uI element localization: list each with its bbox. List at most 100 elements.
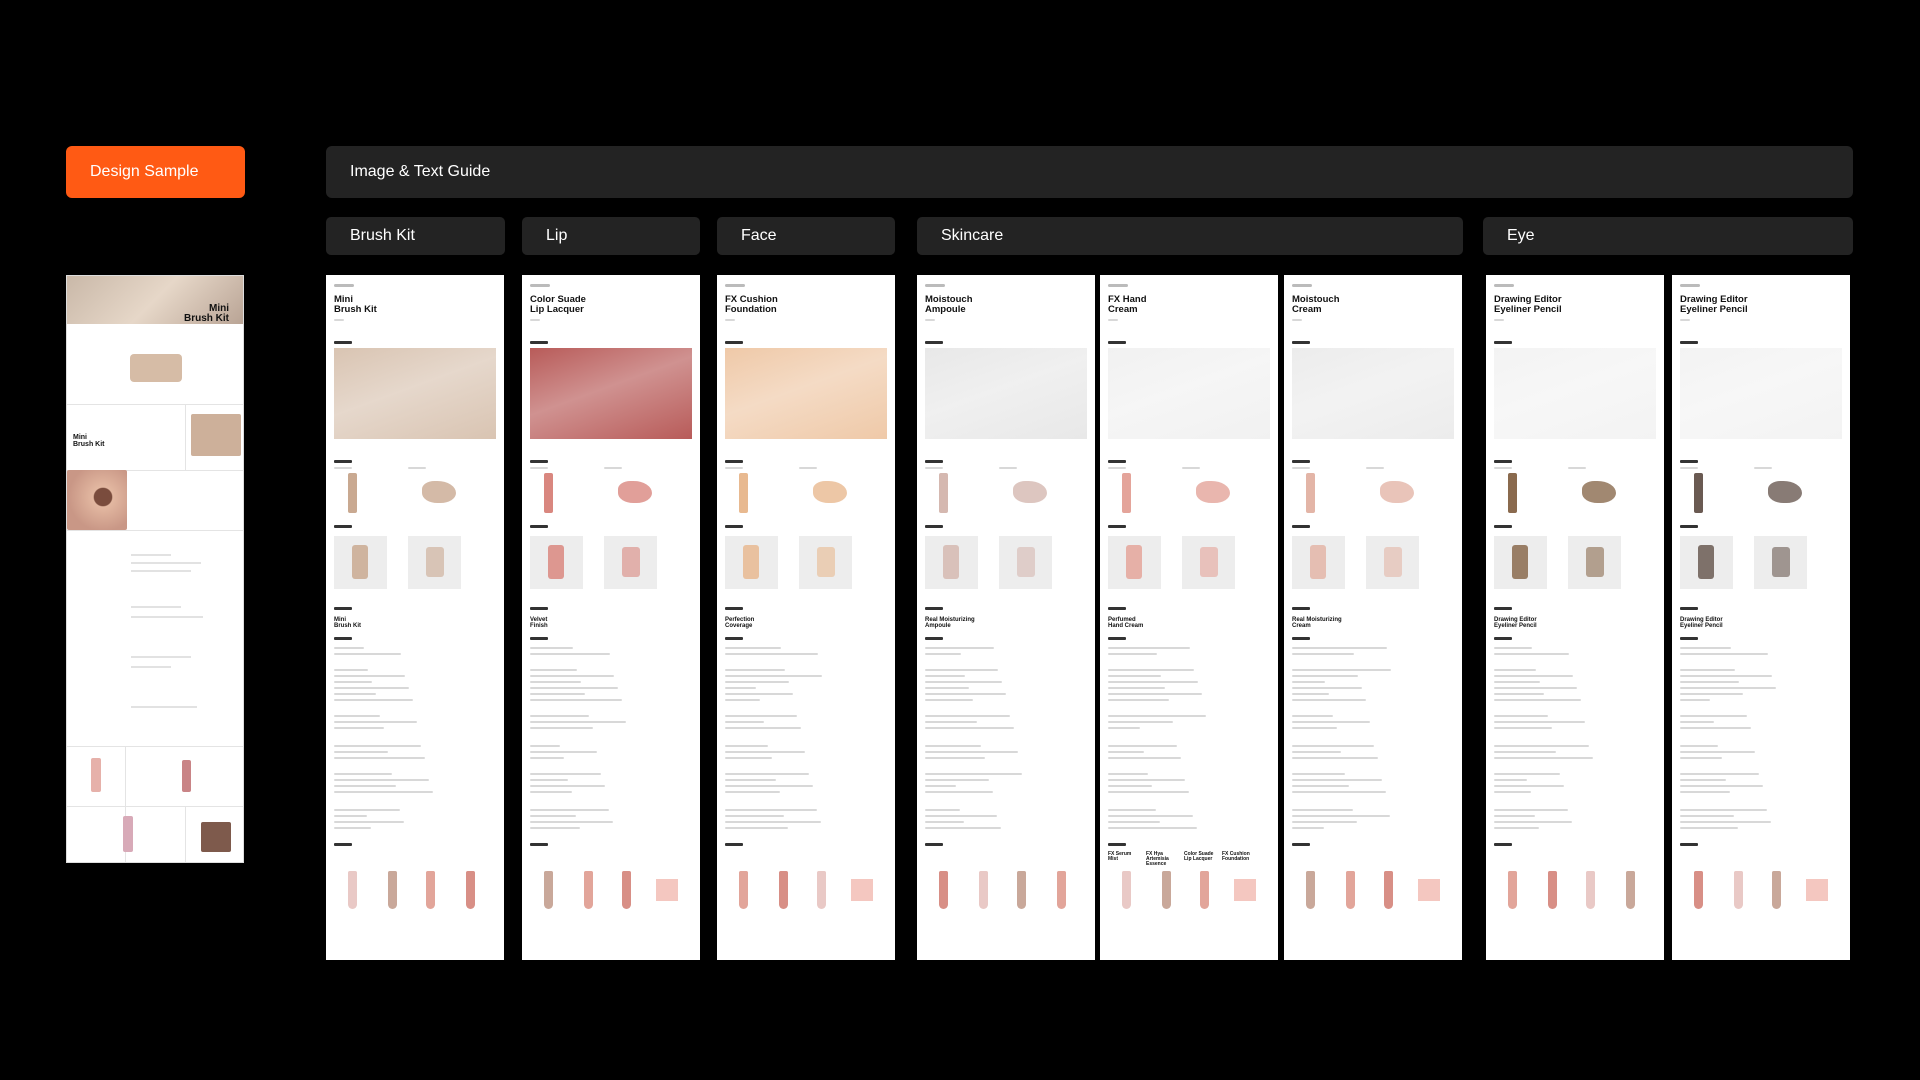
related-product-image [1200, 871, 1209, 909]
text-line [530, 669, 577, 671]
section-marker [925, 341, 943, 344]
section-marker [1292, 637, 1310, 640]
section-marker [925, 637, 943, 640]
text-line [530, 681, 581, 683]
text-line [530, 727, 593, 729]
section-marker [334, 341, 352, 344]
text-line [1108, 687, 1165, 689]
product-hero-image [1292, 348, 1454, 439]
text-line [530, 827, 580, 829]
text-line [925, 675, 965, 677]
product-in-hand-image [1200, 547, 1218, 577]
page-title: Moistouch Cream [1292, 294, 1340, 315]
product-swatch-image [1013, 481, 1047, 503]
text-line [1108, 467, 1126, 469]
sample-section-title: Mini Brush Kit [73, 434, 105, 448]
related-product-image [779, 871, 788, 909]
sample-product-tube [91, 758, 101, 792]
text-line [1494, 827, 1539, 829]
page-subtitle: Perfection Coverage [725, 617, 755, 629]
divider [185, 404, 186, 470]
text-line [1494, 681, 1540, 683]
text-line [1108, 827, 1197, 829]
related-product-image [348, 871, 357, 909]
text-line [1494, 773, 1560, 775]
page-subtitle: Drawing Editor Eyeliner Pencil [1680, 617, 1723, 629]
tab-eye[interactable]: Eye [1483, 217, 1853, 255]
text-line [725, 715, 797, 717]
tab-lip[interactable]: Lip [522, 217, 700, 255]
text-line [530, 751, 597, 753]
tab-brush-kit[interactable]: Brush Kit [326, 217, 505, 255]
text-line [725, 675, 822, 677]
text-line [725, 467, 743, 469]
text-line [530, 721, 626, 723]
text-line [925, 669, 998, 671]
section-marker [334, 525, 352, 528]
section-marker [1680, 460, 1698, 463]
related-product-label: FX Serum Mist [1108, 851, 1132, 862]
text-line [1108, 727, 1140, 729]
text-line [1292, 675, 1358, 677]
text-line [1108, 699, 1169, 701]
text-line [925, 809, 960, 811]
text-line [334, 827, 371, 829]
tab-face[interactable]: Face [717, 217, 895, 255]
text-line [334, 791, 433, 793]
product-image [1694, 473, 1703, 513]
text-line [1680, 809, 1767, 811]
text-line [334, 727, 384, 729]
text-line [1108, 693, 1202, 695]
text-line [334, 745, 421, 747]
section-marker [1108, 525, 1126, 528]
product-in-hand-image [1310, 545, 1326, 579]
text-line [530, 815, 576, 817]
divider [67, 746, 243, 747]
product-in-hand-image [1512, 545, 1528, 579]
related-product-image [1734, 871, 1743, 909]
related-product-image [1694, 871, 1703, 909]
related-product-image [979, 871, 988, 909]
section-marker [334, 607, 352, 610]
text-line [530, 809, 609, 811]
related-product-image [1548, 871, 1557, 909]
product-page: Drawing Editor Eyeliner Pencil Drawing Ed… [1672, 275, 1850, 960]
related-product-image [388, 871, 397, 909]
section-marker [1108, 341, 1126, 344]
text-line [1108, 809, 1156, 811]
product-hero-image [925, 348, 1087, 439]
text-line [1680, 675, 1772, 677]
text-line [1680, 319, 1690, 321]
text-line [725, 785, 813, 787]
product-image [1508, 473, 1517, 513]
tab-skincare[interactable]: Skincare [917, 217, 1463, 255]
product-hero-image [1108, 348, 1270, 439]
text-line [1292, 699, 1366, 701]
section-marker [1494, 637, 1512, 640]
text-line [925, 773, 1022, 775]
design-sample-button[interactable]: Design Sample [66, 146, 245, 198]
text-line [530, 785, 605, 787]
text-line [334, 699, 413, 701]
section-marker [925, 843, 943, 846]
text-line [725, 699, 760, 701]
text-line [1292, 319, 1302, 321]
section-marker [1292, 460, 1310, 463]
page-title: FX Hand Cream [1108, 294, 1147, 315]
text-line [1680, 751, 1755, 753]
text-line [725, 681, 789, 683]
product-hero-image [530, 348, 692, 439]
related-product-image [1806, 879, 1828, 901]
text-line [1108, 821, 1160, 823]
text-line [925, 721, 977, 723]
page-label [725, 284, 745, 287]
text-line [334, 785, 396, 787]
text-line [725, 809, 817, 811]
text-line [131, 656, 191, 658]
product-swatch-image [422, 481, 456, 503]
text-line [1108, 721, 1173, 723]
section-marker [334, 637, 352, 640]
text-line [1680, 815, 1734, 817]
text-line [334, 681, 372, 683]
product-image [1306, 473, 1315, 513]
